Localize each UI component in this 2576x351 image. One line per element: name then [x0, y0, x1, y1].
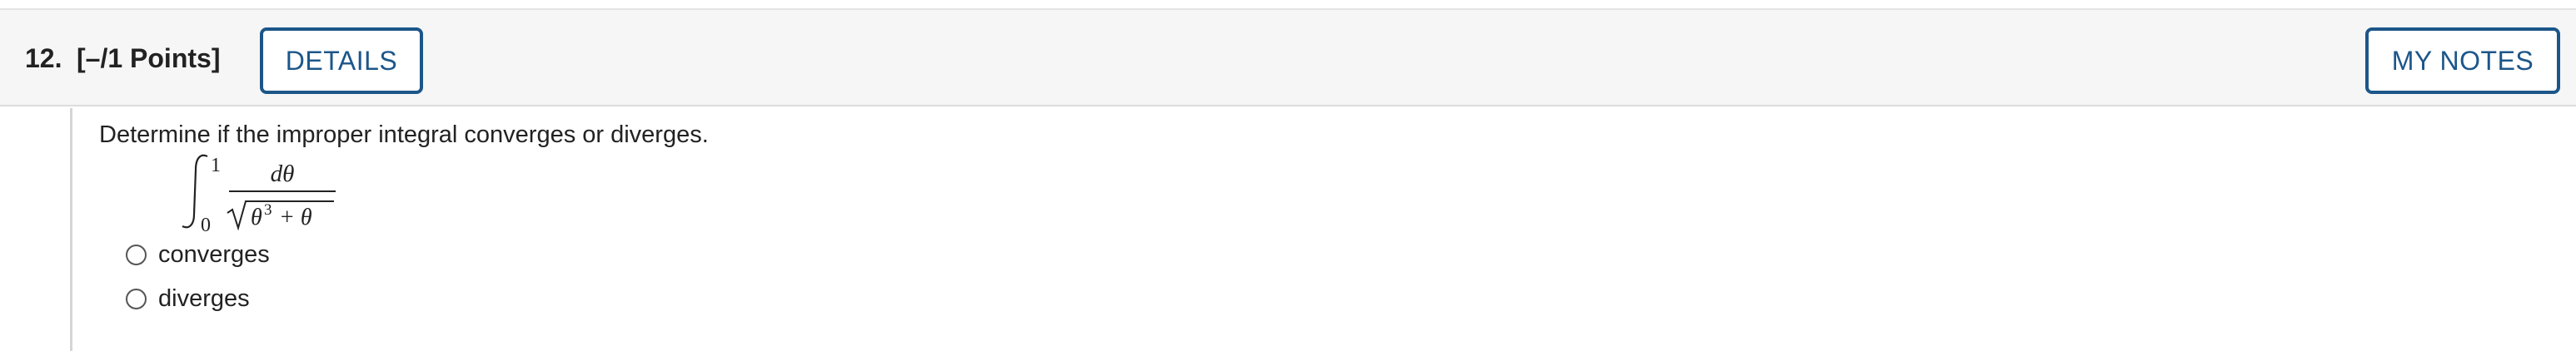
fraction-numerator: dθ: [271, 161, 295, 187]
choice-label: converges: [158, 241, 270, 268]
details-button[interactable]: DETAILS: [260, 27, 423, 94]
question-header: 12. [–/1 Points] DETAILS MY NOTES: [0, 8, 2576, 106]
choice-converges[interactable]: converges: [126, 238, 270, 271]
choice-label: diverges: [158, 285, 250, 312]
integral-lower-limit: 0: [201, 215, 211, 236]
denominator-base: θ: [251, 205, 262, 230]
radio-button[interactable]: [126, 244, 147, 265]
question-prompt: Determine if the improper integral conve…: [99, 121, 709, 148]
radio-button[interactable]: [126, 288, 147, 309]
integral-upper-limit: 1: [211, 155, 221, 176]
choice-diverges[interactable]: diverges: [126, 282, 250, 315]
integral-expression: 1 0 dθ θ 3 + θ: [182, 151, 436, 236]
denominator-rest: + θ: [279, 205, 312, 230]
question-body: Determine if the improper integral conve…: [70, 108, 2576, 351]
question-points: [–/1 Points]: [77, 43, 221, 73]
question-number: 12.: [25, 43, 62, 73]
my-notes-button[interactable]: MY NOTES: [2365, 27, 2560, 94]
integral-svg: 1 0 dθ θ 3 + θ: [182, 154, 336, 236]
question-card: 12. [–/1 Points] DETAILS MY NOTES Determ…: [0, 0, 2576, 351]
denominator-exponent: 3: [264, 201, 272, 219]
